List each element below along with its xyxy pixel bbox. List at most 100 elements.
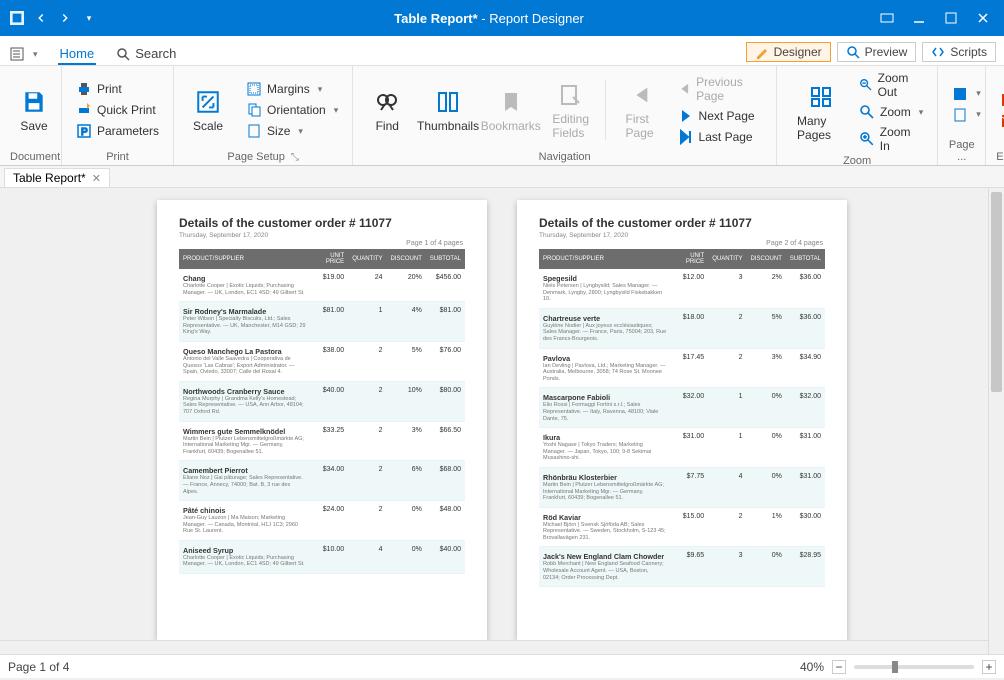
zoom-button[interactable]: Zoom ▾ bbox=[855, 103, 927, 121]
group-nav-label: Navigation bbox=[363, 150, 766, 163]
editing-fields-button[interactable]: Editing Fields bbox=[547, 81, 595, 140]
col-product: Product/Supplier bbox=[539, 249, 671, 269]
quick-print-button[interactable]: Quick Print bbox=[72, 101, 163, 119]
many-pages-label: Many Pages bbox=[797, 114, 845, 142]
document-tab-label: Table Report* bbox=[13, 171, 86, 185]
zoom-slider-thumb[interactable] bbox=[892, 661, 898, 673]
report-title: Details of the customer order # 11077 bbox=[179, 216, 465, 230]
table-row: Jack's New England Clam ChowderRobb Merc… bbox=[539, 547, 825, 587]
bookmarks-label: Bookmarks bbox=[481, 119, 541, 133]
ribbon-display-icon[interactable] bbox=[880, 11, 894, 25]
mode-designer[interactable]: Designer bbox=[746, 42, 831, 62]
page-color-button[interactable]: ▾ bbox=[948, 85, 985, 103]
table-row: Chartreuse verteGuylène Nodier | Aux joy… bbox=[539, 308, 825, 348]
minimize-icon[interactable] bbox=[912, 11, 926, 25]
find-button[interactable]: Find bbox=[363, 88, 411, 133]
report-date: Thursday, September 17, 2020 bbox=[539, 232, 825, 239]
print-button[interactable]: Print bbox=[72, 80, 163, 98]
status-zoom: 40% bbox=[800, 660, 824, 674]
table-row: SpegesildNiels Petersen | Lyngbysild; Sa… bbox=[539, 269, 825, 308]
ribbon: Save Document Print Quick Print PParamet… bbox=[0, 66, 1004, 166]
app-icon bbox=[8, 9, 26, 27]
doc-title: Table Report* bbox=[394, 11, 478, 26]
qat-dropdown-icon[interactable]: ▾ bbox=[80, 9, 98, 27]
orientation-button[interactable]: Orientation▾ bbox=[242, 101, 342, 119]
status-page: Page 1 of 4 bbox=[8, 660, 800, 674]
maximize-icon[interactable] bbox=[944, 11, 958, 25]
save-label: Save bbox=[20, 119, 47, 133]
undo-icon[interactable] bbox=[32, 9, 50, 27]
find-label: Find bbox=[376, 119, 399, 133]
zoom-plus-button[interactable]: + bbox=[982, 660, 996, 674]
mode-designer-label: Designer bbox=[774, 45, 822, 59]
close-icon[interactable] bbox=[976, 11, 990, 25]
group-zoom-label: Zoom bbox=[787, 154, 927, 167]
save-button[interactable]: Save bbox=[10, 88, 58, 133]
report-table-2: Product/Supplier Unit Price Quantity Dis… bbox=[539, 249, 825, 587]
last-page-button[interactable]: Last Page bbox=[674, 128, 766, 146]
watermark-button[interactable]: ▾ bbox=[948, 106, 985, 124]
margins-button[interactable]: Margins ▾ bbox=[242, 80, 342, 98]
report-title: Details of the customer order # 11077 bbox=[539, 216, 825, 230]
export-mail-button[interactable]: ▾ bbox=[996, 112, 1004, 130]
col-qty: Quantity bbox=[708, 249, 746, 269]
horizontal-scrollbar[interactable] bbox=[0, 640, 988, 654]
zoom-minus-button[interactable]: − bbox=[832, 660, 846, 674]
thumbnails-label: Thumbnails bbox=[417, 119, 479, 133]
quick-print-label: Quick Print bbox=[97, 103, 156, 117]
table-row: Queso Manchego La PastoraAntonio del Val… bbox=[179, 341, 465, 381]
zoom-label: Zoom bbox=[880, 105, 911, 119]
mode-scripts[interactable]: Scripts bbox=[922, 42, 996, 62]
margins-label: Margins bbox=[267, 82, 310, 96]
first-page-button[interactable]: First Page bbox=[616, 81, 664, 140]
preview-area[interactable]: Details of the customer order # 11077 Th… bbox=[0, 188, 1004, 654]
export-pdf-button[interactable]: ▾ bbox=[996, 91, 1004, 109]
mode-scripts-label: Scripts bbox=[950, 45, 987, 59]
chevron-down-icon: ▾ bbox=[919, 107, 924, 118]
next-page-button[interactable]: Next Page bbox=[674, 107, 766, 125]
parameters-label: Parameters bbox=[97, 124, 159, 138]
tab-home[interactable]: Home bbox=[58, 46, 97, 65]
status-bar: Page 1 of 4 40% − + bbox=[0, 654, 1004, 678]
col-subtotal: Subtotal bbox=[426, 249, 465, 269]
group-print-label: Print bbox=[72, 150, 163, 163]
size-button[interactable]: Size▾ bbox=[242, 122, 342, 140]
ribbon-tab-row: ▾ Home Search Designer Preview Scripts bbox=[0, 36, 1004, 66]
group-document-label: Document bbox=[10, 150, 51, 163]
table-row: Röd KaviarMichael Björn | Svensk Sjöföda… bbox=[539, 507, 825, 547]
bookmarks-button[interactable]: Bookmarks bbox=[485, 88, 537, 133]
table-row: Camembert PierrotEliane Noz | Gai pâtura… bbox=[179, 461, 465, 501]
group-pagesetup-label: Page Setup bbox=[227, 151, 285, 163]
chevron-down-icon: ▾ bbox=[334, 105, 339, 116]
thumbnails-button[interactable]: Thumbnails bbox=[421, 88, 475, 133]
zoom-out-button[interactable]: Zoom Out bbox=[855, 70, 927, 100]
table-row: Sir Rodney's MarmaladePeter Wilson | Spe… bbox=[179, 302, 465, 342]
zoom-in-button[interactable]: Zoom In bbox=[855, 124, 927, 154]
next-page-label: Next Page bbox=[699, 109, 755, 123]
chevron-down-icon: ▾ bbox=[318, 84, 323, 95]
table-row: Mascarpone FabioliElio Rossi | Formaggi … bbox=[539, 388, 825, 428]
scrollbar-thumb[interactable] bbox=[991, 192, 1002, 392]
chevron-down-icon: ▾ bbox=[298, 126, 303, 137]
redo-icon[interactable] bbox=[56, 9, 74, 27]
page-number-1: Page 1 of 4 pages bbox=[406, 240, 463, 247]
document-tab[interactable]: Table Report* ✕ bbox=[4, 168, 110, 187]
group-export-label: Exp... bbox=[996, 150, 1004, 163]
parameters-button[interactable]: PParameters bbox=[72, 122, 163, 140]
report-date: Thursday, September 17, 2020 bbox=[179, 232, 465, 239]
pagesetup-dialog-launcher-icon[interactable]: ⤡ bbox=[291, 152, 299, 163]
table-row: Rhönbräu KlosterbierMartin Bein | Plutze… bbox=[539, 467, 825, 507]
scale-button[interactable]: Scale bbox=[184, 88, 232, 133]
vertical-scrollbar[interactable] bbox=[988, 188, 1004, 654]
mode-preview[interactable]: Preview bbox=[837, 42, 917, 62]
report-page-1: Details of the customer order # 11077 Th… bbox=[157, 200, 487, 640]
app-title: - Report Designer bbox=[478, 11, 584, 26]
close-tab-icon[interactable]: ✕ bbox=[92, 172, 101, 185]
first-page-label: First Page bbox=[626, 112, 654, 140]
zoom-slider[interactable] bbox=[854, 665, 974, 669]
many-pages-button[interactable]: Many Pages bbox=[797, 83, 845, 142]
prev-page-button[interactable]: Previous Page bbox=[674, 74, 766, 104]
table-row: Aniseed SyrupCharlotte Cooper | Exotic L… bbox=[179, 540, 465, 573]
file-menu-icon[interactable]: ▾ bbox=[8, 47, 40, 65]
tab-search[interactable]: Search bbox=[114, 46, 178, 65]
